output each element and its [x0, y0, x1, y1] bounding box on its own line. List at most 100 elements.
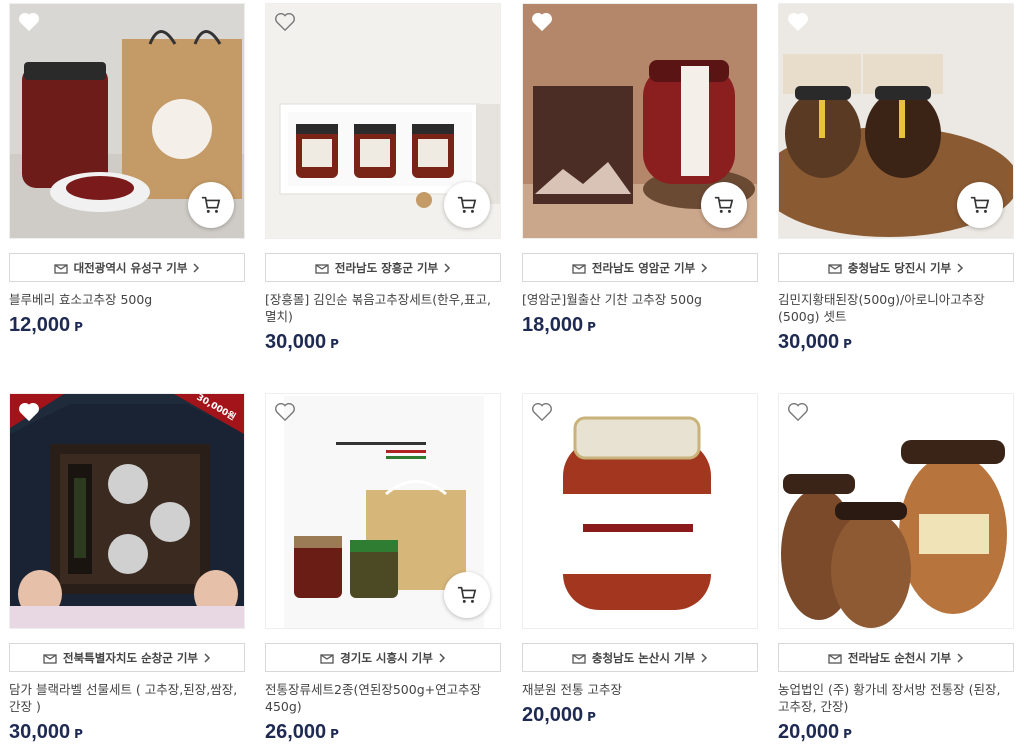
product-card[interactable]: 대전광역시 유성구 기부 블루베리 효소고추장 500g 12,000 P	[9, 3, 245, 337]
donate-region-button[interactable]: 대전광역시 유성구 기부	[9, 253, 245, 282]
product-photo	[779, 394, 1013, 628]
price-unit: P	[587, 710, 596, 724]
gift-box-icon	[828, 654, 842, 664]
donate-region-button[interactable]: 충청남도 논산시 기부	[522, 643, 758, 672]
product-name[interactable]: 재분원 전통 고추장	[522, 681, 758, 698]
add-to-cart-button[interactable]	[957, 182, 1003, 228]
add-to-cart-button[interactable]	[444, 182, 490, 228]
gift-box-icon	[572, 654, 586, 664]
heart-icon[interactable]	[787, 12, 809, 32]
gift-box-icon	[315, 264, 329, 274]
price-unit: P	[587, 320, 596, 334]
price-value: 12,000	[9, 314, 71, 336]
price-unit: P	[843, 337, 852, 351]
heart-icon[interactable]	[531, 12, 553, 32]
price-unit: P	[330, 337, 339, 351]
price-unit: P	[330, 727, 339, 741]
chevron-right-icon	[957, 652, 964, 663]
gift-box-icon	[43, 654, 57, 664]
chevron-right-icon	[701, 262, 708, 273]
product-card[interactable]: 전라남도 순천시 기부 농업법인 (주) 황가네 장서방 전통장 (된장, 고추…	[778, 393, 1014, 744]
product-image[interactable]	[522, 393, 758, 629]
product-price: 18,000 P	[522, 314, 758, 337]
donate-region-label: 전라남도 장흥군 기부	[334, 260, 439, 275]
product-price: 20,000 P	[522, 704, 758, 727]
product-name[interactable]: [영암군]월출산 기찬 고추장 500g	[522, 291, 758, 308]
product-name[interactable]: 담가 블랙라벨 선물세트 ( 고추장,된장,쌈장,간장 )	[9, 681, 245, 715]
donate-region-button[interactable]: 충청남도 당진시 기부	[778, 253, 1014, 282]
heart-icon[interactable]	[18, 12, 40, 32]
gift-box-icon	[828, 264, 842, 274]
product-name[interactable]: 김민지황태된장(500g)/아로니아고추장(500g) 셋트	[778, 291, 1014, 325]
price-value: 30,000	[9, 721, 71, 743]
chevron-right-icon	[439, 652, 445, 663]
product-image[interactable]	[9, 3, 245, 239]
cart-icon	[457, 586, 477, 603]
product-name[interactable]: [장흥몰] 김인순 볶음고추장세트(한우,표고,멸치)	[265, 291, 501, 325]
donate-region-label: 충청남도 당진시 기부	[847, 260, 952, 275]
product-card[interactable]: 경기도 시흥시 기부 전통장류세트2종(연된장500g+연고추장450g) 26…	[265, 393, 501, 744]
chevron-right-icon	[193, 262, 200, 273]
heart-icon[interactable]	[531, 402, 553, 422]
cart-icon	[970, 196, 990, 213]
product-card[interactable]: 전라남도 영암군 기부 [영암군]월출산 기찬 고추장 500g 18,000 …	[522, 3, 758, 337]
chevron-right-icon	[957, 262, 964, 273]
cart-icon	[714, 196, 734, 213]
heart-icon[interactable]	[18, 402, 40, 422]
add-to-cart-button[interactable]	[701, 182, 747, 228]
donate-region-button[interactable]: 전라남도 장흥군 기부	[265, 253, 501, 282]
product-price: 30,000 P	[9, 721, 245, 744]
gift-box-icon	[572, 264, 586, 274]
chevron-right-icon	[701, 652, 708, 663]
donate-region-button[interactable]: 전라남도 순천시 기부	[778, 643, 1014, 672]
cart-icon	[457, 196, 477, 213]
product-image[interactable]	[522, 3, 758, 239]
donate-region-button[interactable]: 전라남도 영암군 기부	[522, 253, 758, 282]
add-to-cart-button[interactable]	[444, 572, 490, 618]
donate-region-button[interactable]: 전북특별자치도 순창군 기부	[9, 643, 245, 672]
price-ribbon: 30,000원	[174, 394, 244, 434]
donate-region-label: 전북특별자치도 순창군 기부	[63, 650, 198, 665]
product-price: 30,000 P	[265, 331, 501, 354]
gift-box-icon	[53, 264, 68, 274]
heart-icon[interactable]	[274, 12, 296, 32]
cart-icon	[201, 196, 221, 213]
product-name[interactable]: 블루베리 효소고추장 500g	[9, 291, 245, 308]
product-card[interactable]: 전라남도 장흥군 기부 [장흥몰] 김인순 볶음고추장세트(한우,표고,멸치) …	[265, 3, 501, 354]
product-image[interactable]	[265, 3, 501, 239]
product-name[interactable]: 농업법인 (주) 황가네 장서방 전통장 (된장, 고추장, 간장)	[778, 681, 1014, 715]
price-value: 20,000	[522, 704, 584, 726]
product-card[interactable]: 30,000원 전북특별자치도 순창군 기부 담가 블랙라벨 선물세트 ( 고추…	[9, 393, 245, 744]
gift-box-icon	[320, 654, 334, 664]
donate-region-label: 대전광역시 유성구 기부	[73, 260, 188, 275]
product-price: 20,000 P	[778, 721, 1014, 744]
heart-icon[interactable]	[787, 402, 809, 422]
chevron-right-icon	[444, 262, 451, 273]
product-photo	[523, 394, 757, 628]
price-value: 30,000	[778, 331, 840, 353]
price-unit: P	[74, 727, 83, 741]
product-image[interactable]	[778, 3, 1014, 239]
donate-region-button[interactable]: 경기도 시흥시 기부	[265, 643, 501, 672]
chevron-right-icon	[204, 652, 211, 663]
donate-region-label: 충청남도 논산시 기부	[591, 650, 696, 665]
donate-region-label: 경기도 시흥시 기부	[340, 650, 433, 665]
product-price: 26,000 P	[265, 721, 501, 744]
product-image[interactable]	[778, 393, 1014, 629]
price-unit: P	[74, 320, 83, 334]
product-image[interactable]: 30,000원	[9, 393, 245, 629]
price-value: 20,000	[778, 721, 840, 743]
add-to-cart-button[interactable]	[188, 182, 234, 228]
product-card[interactable]: 충청남도 당진시 기부 김민지황태된장(500g)/아로니아고추장(500g) …	[778, 3, 1014, 354]
price-value: 30,000	[265, 331, 327, 353]
donate-region-label: 전라남도 순천시 기부	[847, 650, 952, 665]
product-price: 30,000 P	[778, 331, 1014, 354]
product-card[interactable]: 충청남도 논산시 기부 재분원 전통 고추장 20,000 P	[522, 393, 758, 727]
price-value: 26,000	[265, 721, 327, 743]
product-grid: 대전광역시 유성구 기부 블루베리 효소고추장 500g 12,000 P 전라…	[0, 0, 1024, 747]
heart-icon[interactable]	[274, 402, 296, 422]
product-name[interactable]: 전통장류세트2종(연된장500g+연고추장450g)	[265, 681, 501, 715]
price-value: 18,000	[522, 314, 584, 336]
price-unit: P	[843, 727, 852, 741]
product-image[interactable]	[265, 393, 501, 629]
